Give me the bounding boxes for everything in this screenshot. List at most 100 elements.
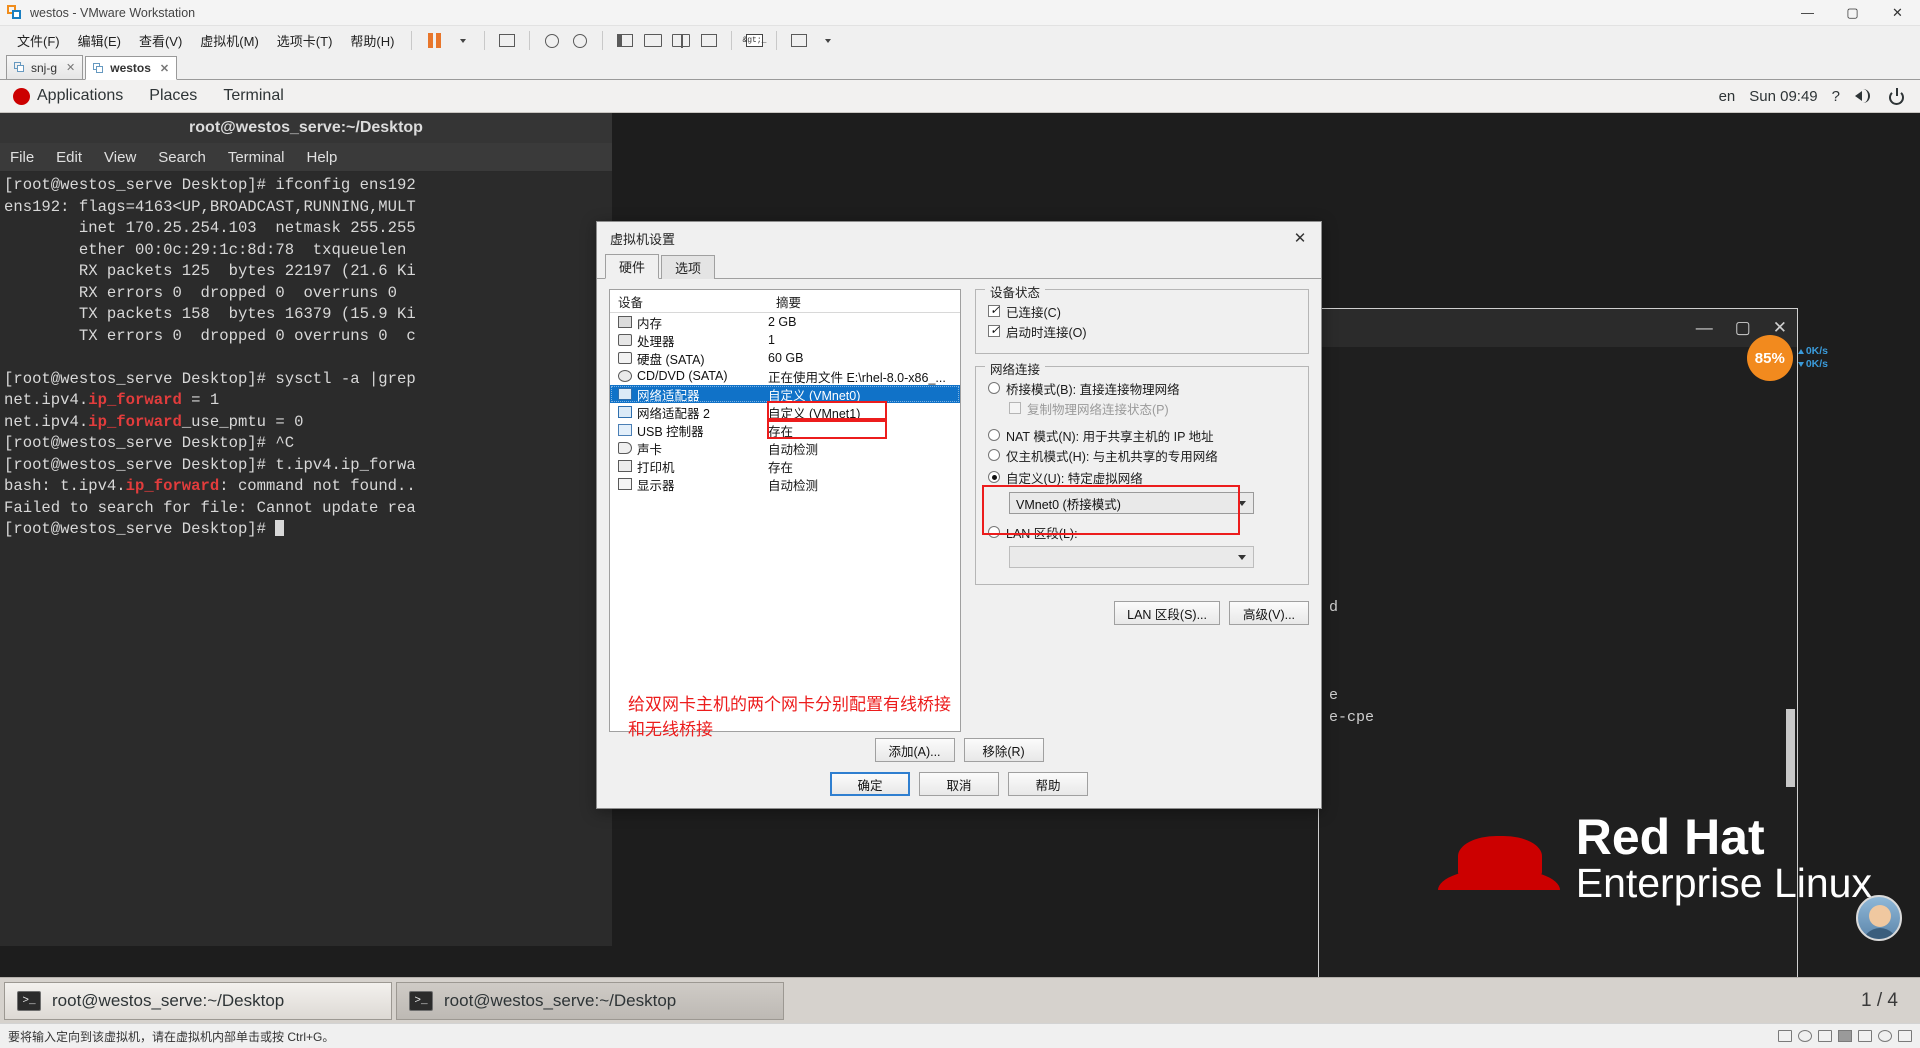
menu-edit[interactable]: 编辑(E) (69, 27, 130, 54)
avatar[interactable] (1856, 895, 1902, 941)
revert-snapshot-icon[interactable] (539, 29, 565, 53)
keyboard-layout-indicator[interactable]: en (1719, 88, 1736, 105)
stretch-guest-icon[interactable] (786, 29, 812, 53)
menubar: 文件(F) 编辑(E) 查看(V) 虚拟机(M) 选项卡(T) 帮助(H) &g… (0, 26, 1920, 55)
vm-settings-dialog[interactable]: 虚拟机设置 ✕ 硬件 选项 设备 摘要 内存 2 GB 处理器 1 硬盘 (SA… (596, 221, 1322, 809)
chevron-down-icon[interactable] (449, 29, 475, 53)
advanced-button[interactable]: 高级(V)... (1229, 601, 1309, 625)
guest-screen[interactable]: Applications Places Terminal en Sun 09:4… (0, 80, 1920, 1023)
checkbox-icon[interactable] (988, 303, 1000, 317)
close-button[interactable]: ✕ (1875, 0, 1920, 26)
stretch-dropdown-icon[interactable] (814, 29, 840, 53)
harddisk-status-icon[interactable] (1778, 1030, 1792, 1042)
radio-icon[interactable] (988, 449, 1000, 461)
radio-nat[interactable]: NAT 模式(N): 用于共享主机的 IP 地址 (988, 425, 1296, 445)
tab-options[interactable]: 选项 (661, 255, 716, 279)
console-view-icon[interactable]: &gt;_ (741, 29, 767, 53)
add-device-button[interactable]: 添加(A)... (874, 738, 955, 762)
scrollbar[interactable] (1786, 709, 1795, 787)
minimize-button[interactable]: — (1696, 318, 1713, 338)
checkbox-connected[interactable]: 已连接(C) (988, 301, 1296, 321)
close-icon[interactable]: ✕ (66, 61, 75, 74)
pause-icon[interactable] (421, 29, 447, 53)
ok-button[interactable]: 确定 (830, 772, 910, 796)
gnome-places-menu[interactable]: Places (136, 80, 210, 113)
volume-icon[interactable] (1854, 87, 1873, 106)
radio-icon[interactable] (988, 382, 1000, 394)
table-row-network-adapter[interactable]: 网络适配器 自定义 (VMnet0) (610, 385, 960, 403)
display-status-icon[interactable] (1898, 1030, 1912, 1042)
device-list[interactable]: 设备 摘要 内存 2 GB 处理器 1 硬盘 (SATA) 60 GB CD/D… (609, 289, 961, 739)
table-row[interactable]: 打印机 存在 (610, 457, 960, 475)
terminal-menu-edit[interactable]: Edit (56, 149, 82, 166)
table-row[interactable]: 处理器 1 (610, 331, 960, 349)
power-icon[interactable] (1887, 87, 1906, 106)
terminal-menu-view[interactable]: View (104, 149, 136, 166)
vm-tab-snj-g[interactable]: snj-g ✕ (6, 55, 84, 79)
menu-tabs[interactable]: 选项卡(T) (268, 27, 342, 54)
secondary-terminal-window[interactable]: — ▢ ✕ d e e-cpe (1318, 308, 1798, 1023)
radio-icon[interactable] (988, 471, 1000, 483)
radio-host-only[interactable]: 仅主机模式(H): 与主机共享的专用网络 (988, 445, 1296, 465)
sound-status-icon[interactable] (1858, 1030, 1872, 1042)
radio-lan-segment[interactable]: LAN 区段(L): (988, 522, 1296, 542)
menu-file[interactable]: 文件(F) (8, 27, 69, 54)
table-row[interactable]: CD/DVD (SATA) 正在使用文件 E:\rhel-8.0-x86_... (610, 367, 960, 385)
snapshot-manager-icon[interactable] (567, 29, 593, 53)
menu-help[interactable]: 帮助(H) (341, 27, 403, 54)
lan-segment-button[interactable]: LAN 区段(S)... (1114, 601, 1220, 625)
radio-custom[interactable]: 自定义(U): 特定虚拟网络 (988, 467, 1296, 487)
workspace-indicator[interactable]: 1 / 4 (1861, 990, 1916, 1012)
taskbar-item-terminal-2[interactable]: >_ root@westos_serve:~/Desktop (396, 981, 784, 1020)
harddisk-icon (618, 352, 632, 364)
checkbox-connect-at-power-on[interactable]: 启动时连接(O) (988, 321, 1296, 341)
checkbox-icon[interactable] (988, 323, 1000, 337)
terminal-menu-file[interactable]: File (10, 149, 34, 166)
gnome-terminal-menu[interactable]: Terminal (210, 80, 296, 113)
chevron-down-icon (1238, 501, 1246, 506)
radio-bridged[interactable]: 桥接模式(B): 直接连接物理网络 (988, 378, 1296, 398)
multi-monitor-icon[interactable] (696, 29, 722, 53)
menu-virtual-machine[interactable]: 虚拟机(M) (191, 27, 268, 54)
tab-hardware[interactable]: 硬件 (605, 254, 660, 279)
terminal-window[interactable]: root@westos_serve:~/Desktop File Edit Vi… (0, 113, 612, 946)
snapshot-icon[interactable] (494, 29, 520, 53)
remove-device-button[interactable]: 移除(R) (963, 738, 1044, 762)
table-row[interactable]: 内存 2 GB (610, 313, 960, 331)
show-thumbnails-icon[interactable] (612, 29, 638, 53)
radio-icon[interactable] (988, 429, 1000, 441)
radio-icon[interactable] (988, 526, 1000, 538)
terminal-menu-help[interactable]: Help (307, 149, 338, 166)
table-row[interactable]: 硬盘 (SATA) 60 GB (610, 349, 960, 367)
menu-view[interactable]: 查看(V) (130, 27, 191, 54)
fullscreen-icon[interactable] (640, 29, 666, 53)
usb-status-icon[interactable] (1838, 1030, 1852, 1042)
network-status-icon[interactable] (1818, 1030, 1832, 1042)
table-row-network-adapter-2[interactable]: 网络适配器 2 自定义 (VMnet1) (610, 403, 960, 421)
gnome-applications-menu[interactable]: Applications (0, 80, 136, 113)
dialog-close-button[interactable]: ✕ (1279, 222, 1321, 254)
custom-network-select[interactable]: VMnet0 (桥接模式) (1009, 492, 1254, 514)
cddvd-status-icon[interactable] (1798, 1030, 1812, 1042)
table-row[interactable]: 显示器 自动检测 (610, 475, 960, 493)
printer-status-icon[interactable] (1878, 1030, 1892, 1042)
maximize-button[interactable]: ▢ (1830, 0, 1875, 26)
cancel-button[interactable]: 取消 (919, 772, 999, 796)
terminal-menu-search[interactable]: Search (158, 149, 206, 166)
table-row[interactable]: USB 控制器 存在 (610, 421, 960, 439)
rhel-watermark: Red Hat Enterprise Linux (1437, 812, 1872, 905)
device-name: USB 控制器 (637, 424, 704, 439)
unity-mode-icon[interactable] (668, 29, 694, 53)
table-row[interactable]: 声卡 自动检测 (610, 439, 960, 457)
terminal-menu-terminal[interactable]: Terminal (228, 149, 285, 166)
close-icon[interactable]: ✕ (160, 62, 169, 75)
taskbar-item-terminal-1[interactable]: >_ root@westos_serve:~/Desktop (4, 981, 392, 1020)
help-icon[interactable]: ? (1832, 88, 1840, 105)
window-controls: — ▢ ✕ (1785, 0, 1920, 26)
vm-tab-westos[interactable]: westos ✕ (85, 56, 178, 80)
radio-label: 自定义(U): 特定虚拟网络 (1006, 471, 1143, 486)
performance-indicator[interactable]: 85% 0K/s 0K/s (1746, 335, 1828, 381)
clock[interactable]: Sun 09:49 (1749, 88, 1817, 105)
help-button[interactable]: 帮助 (1008, 772, 1088, 796)
minimize-button[interactable]: — (1785, 0, 1830, 26)
